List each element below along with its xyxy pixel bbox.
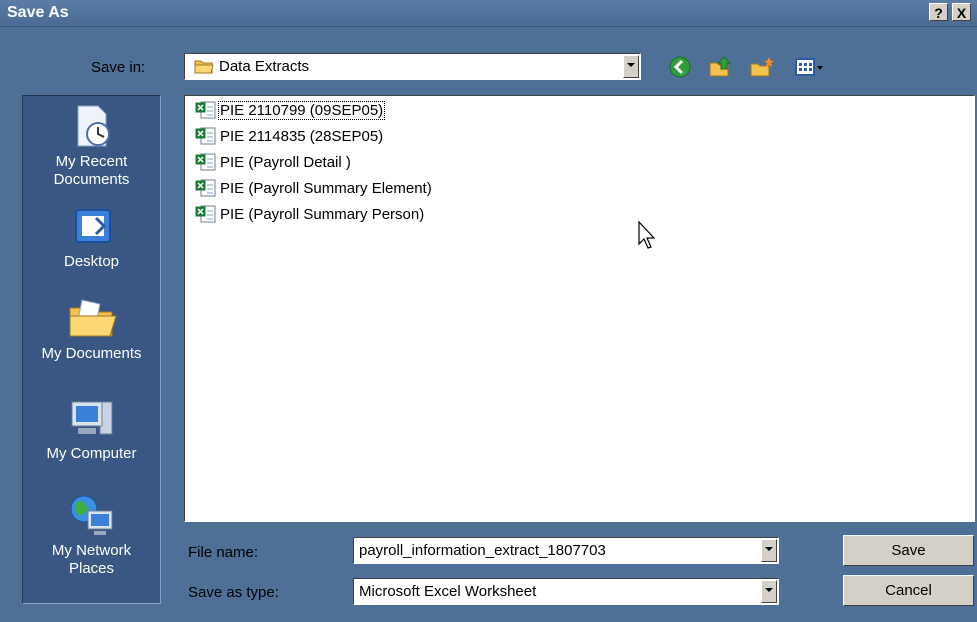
my-computer-icon bbox=[71, 401, 112, 435]
place-label: My Recent bbox=[55, 153, 128, 170]
save-as-type-value: Microsoft Excel Worksheet bbox=[359, 583, 537, 600]
view-menu-icon[interactable] bbox=[794, 55, 826, 79]
new-folder-icon[interactable] bbox=[749, 55, 775, 79]
excel-file-icon bbox=[195, 205, 216, 223]
chevron-down-icon[interactable] bbox=[761, 539, 777, 562]
places-bar: My Recent Documents Desktop My Documents… bbox=[22, 95, 161, 604]
network-places-icon bbox=[70, 495, 112, 535]
window-title: Save As bbox=[7, 4, 69, 21]
save-in-label: Save in: bbox=[91, 59, 146, 76]
save-as-type-dropdown[interactable]: Microsoft Excel Worksheet bbox=[353, 578, 779, 605]
file-list[interactable]: PIE 2110799 (09SEP05) PIE 2114835 (28SEP… bbox=[184, 95, 975, 522]
close-button[interactable]: X bbox=[952, 3, 971, 21]
place-label: My Documents bbox=[41, 345, 142, 362]
excel-file-icon bbox=[195, 153, 216, 171]
excel-file-icon bbox=[195, 179, 216, 197]
place-my-documents[interactable]: My Documents bbox=[23, 294, 160, 363]
place-desktop[interactable]: Desktop bbox=[23, 202, 160, 271]
chevron-down-icon[interactable] bbox=[761, 580, 777, 603]
save-in-dropdown[interactable]: Data Extracts bbox=[184, 53, 641, 80]
excel-file-icon bbox=[195, 127, 216, 145]
file-name: PIE (Payroll Detail ) bbox=[220, 154, 351, 171]
file-name-input[interactable]: payroll_information_extract_1807703 bbox=[353, 537, 779, 564]
file-name: PIE (Payroll Summary Person) bbox=[220, 206, 425, 223]
file-name-label: File name: bbox=[188, 544, 259, 561]
save-button[interactable]: Save bbox=[843, 535, 974, 566]
place-label: My Network bbox=[51, 542, 132, 559]
place-label: My Computer bbox=[46, 445, 137, 462]
place-label: Documents bbox=[53, 171, 130, 188]
place-my-recent-documents[interactable]: My Recent Documents bbox=[23, 102, 160, 189]
save-as-type-label: Save as type: bbox=[188, 584, 279, 601]
place-my-network-places[interactable]: My Network Places bbox=[23, 491, 160, 578]
back-icon[interactable] bbox=[668, 55, 692, 79]
folder-icon bbox=[194, 60, 214, 74]
file-name-value: payroll_information_extract_1807703 bbox=[359, 542, 606, 559]
chevron-down-icon[interactable] bbox=[623, 55, 639, 78]
my-documents-icon bbox=[69, 299, 117, 337]
up-folder-icon[interactable] bbox=[708, 55, 734, 79]
place-label: Desktop bbox=[63, 253, 120, 270]
place-label: Places bbox=[68, 560, 115, 577]
file-name: PIE 2110799 (09SEP05) bbox=[217, 101, 386, 120]
file-name: PIE (Payroll Summary Element) bbox=[220, 180, 432, 197]
save-in-value: Data Extracts bbox=[219, 58, 310, 75]
desktop-icon bbox=[74, 209, 111, 243]
mouse-cursor-icon bbox=[638, 220, 656, 249]
file-name: PIE 2114835 (28SEP05) bbox=[220, 128, 384, 145]
cancel-button[interactable]: Cancel bbox=[843, 575, 974, 606]
excel-file-icon bbox=[195, 101, 216, 119]
title-bar[interactable]: Save As ? X bbox=[0, 0, 977, 27]
place-my-computer[interactable]: My Computer bbox=[23, 394, 160, 463]
help-button[interactable]: ? bbox=[929, 3, 948, 21]
recent-documents-icon bbox=[77, 105, 110, 147]
